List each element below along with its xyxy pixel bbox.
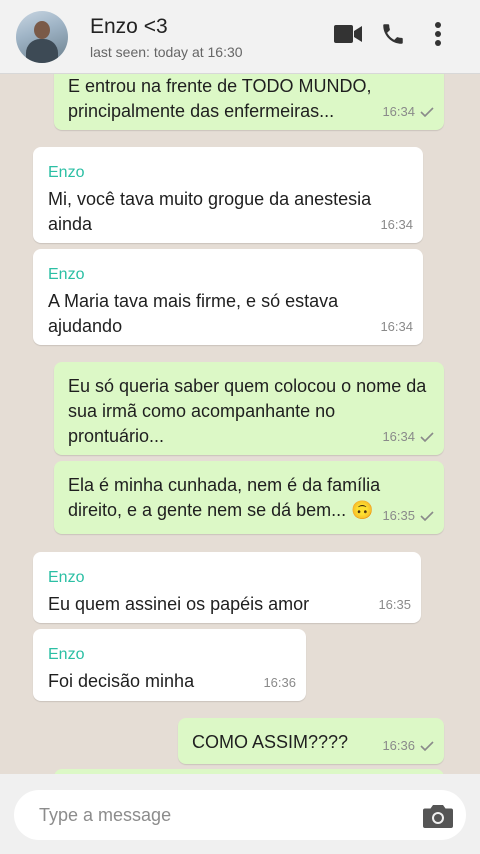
video-call-icon[interactable] xyxy=(330,16,366,52)
message-text: E entrou na frente de TODO MUNDO, princi… xyxy=(68,76,372,121)
message-list[interactable]: E entrou na frente de TODO MUNDO, princi… xyxy=(0,74,480,774)
contact-avatar[interactable] xyxy=(16,11,68,63)
incoming-message[interactable]: Enzo Mi, você tava muito grogue da anest… xyxy=(33,147,423,243)
message-time: 16:35 xyxy=(382,508,415,523)
message-sender: Enzo xyxy=(48,569,85,586)
message-meta: 16:34 xyxy=(380,314,413,339)
message-composer xyxy=(0,774,480,854)
message-text: Eu só queria saber quem colocou o nome d… xyxy=(68,376,427,446)
message-meta: 16:34 xyxy=(382,424,434,449)
message-time: 16:36 xyxy=(382,738,415,753)
message-meta: 16:35 xyxy=(378,592,411,617)
outgoing-message[interactable]: Eu só queria saber quem colocou o nome d… xyxy=(54,362,444,455)
last-seen-status: last seen: today at 16:30 xyxy=(90,44,243,60)
message-meta: 16:34 xyxy=(382,99,434,124)
message-sender: Enzo xyxy=(48,266,85,283)
message-time: 16:34 xyxy=(380,319,413,334)
message-time: 16:36 xyxy=(263,675,296,690)
voice-call-icon[interactable] xyxy=(375,16,411,52)
message-input-box[interactable] xyxy=(14,790,466,840)
message-text: Eu quem assinei os papéis amor xyxy=(48,594,310,614)
outgoing-message[interactable]: E entrou na frente de TODO MUNDO, princi… xyxy=(54,74,444,130)
message-text: Mi, você tava muito grogue da anestesia … xyxy=(48,189,372,234)
incoming-message[interactable]: Enzo A Maria tava mais firme, e só estav… xyxy=(33,249,423,345)
read-check-icon xyxy=(420,740,434,751)
camera-icon[interactable] xyxy=(422,802,454,830)
more-options-icon[interactable] xyxy=(420,16,456,52)
chat-header: Enzo <3 last seen: today at 16:30 xyxy=(0,0,480,74)
message-time: 16:34 xyxy=(380,217,413,232)
incoming-message[interactable]: Enzo Foi decisão minha 16:36 xyxy=(33,629,306,701)
message-text: Ela é minha cunhada, nem é da família di… xyxy=(68,475,381,520)
message-meta: 16:35 xyxy=(382,503,434,528)
read-check-icon xyxy=(420,510,434,521)
message-meta: 16:36 xyxy=(263,670,296,695)
incoming-message[interactable]: Enzo Eu quem assinei os papéis amor 16:3… xyxy=(33,552,421,623)
message-sender: Enzo xyxy=(48,646,85,663)
read-check-icon xyxy=(420,106,434,117)
contact-name[interactable]: Enzo <3 xyxy=(90,15,168,39)
message-sender: Enzo xyxy=(48,164,85,181)
read-check-icon xyxy=(420,431,434,442)
message-meta: 16:34 xyxy=(380,212,413,237)
message-time: 16:34 xyxy=(382,429,415,444)
message-text: Foi decisão minha xyxy=(48,671,195,691)
message-input[interactable] xyxy=(39,804,399,826)
message-time: 16:35 xyxy=(378,597,411,612)
outgoing-message[interactable]: COMO ASSIM???? 16:36 xyxy=(178,718,444,764)
outgoing-message[interactable]: Ela é minha cunhada, nem é da família di… xyxy=(54,461,444,534)
message-time: 16:34 xyxy=(382,104,415,119)
message-meta: 16:36 xyxy=(382,733,434,758)
message-text: A Maria tava mais firme, e só estava aju… xyxy=(48,291,339,336)
